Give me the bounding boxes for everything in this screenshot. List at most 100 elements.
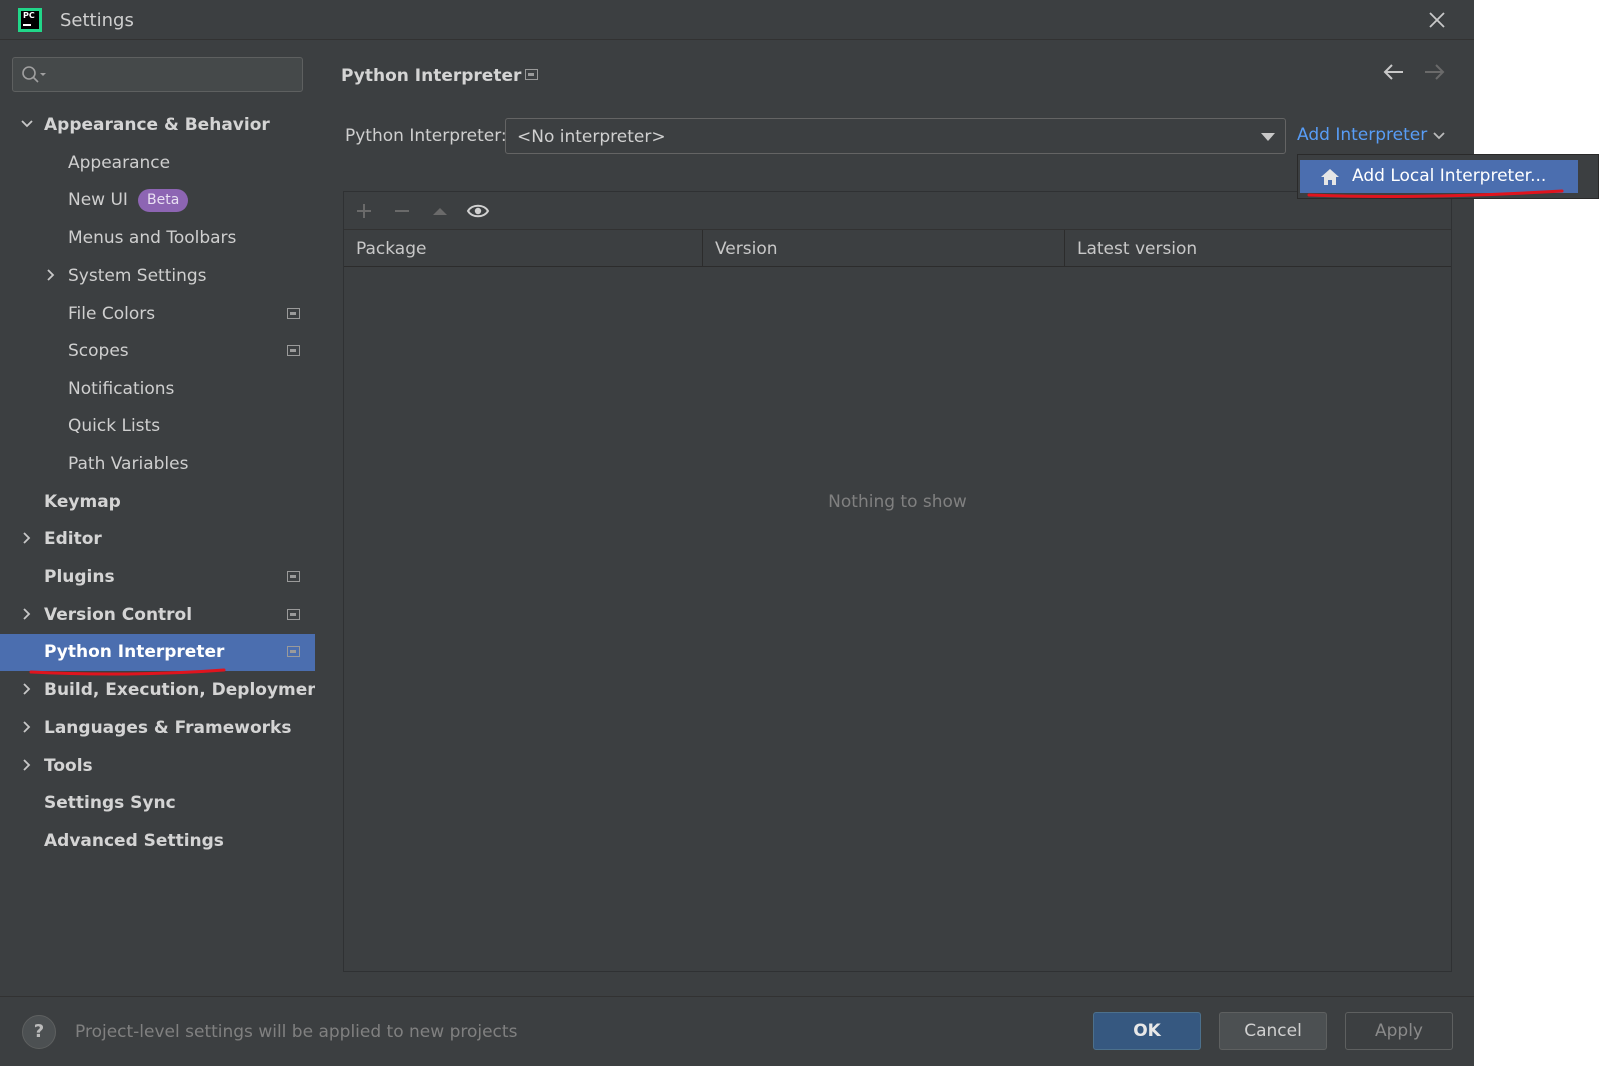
add-interpreter-link[interactable]: Add Interpreter [1297,125,1427,145]
apply-button[interactable]: Apply [1345,1012,1453,1050]
show-early-releases-button[interactable] [466,199,490,223]
packages-table-body: Nothing to show [344,267,1451,971]
sidebar-item-label: Menus and Toolbars [68,228,237,248]
search-icon [22,66,46,83]
sidebar-item-label: File Colors [68,304,156,324]
arrow-right-icon [1425,64,1445,80]
sidebar-item-python-interpreter[interactable]: Python Interpreter [0,634,315,671]
column-package[interactable]: Package [344,230,703,267]
sidebar-item-label: Notifications [68,379,175,399]
dropdown-arrow-icon [1261,133,1275,141]
sidebar-item-build-execution-deployment[interactable]: Build, Execution, Deployment [0,672,328,709]
sidebar-item-label: Advanced Settings [44,831,224,851]
chevron-right-icon[interactable] [44,268,58,282]
column-package-label: Package [356,239,427,259]
settings-sidebar: Appearance & Behavior Appearance New UI Bet… [0,40,328,996]
sidebar-item-scopes[interactable]: Scopes [0,333,315,370]
logo-text: PC [23,11,35,20]
pycharm-logo-icon: PC [18,8,42,32]
sidebar-item-new-ui[interactable]: New UI Beta [0,182,315,219]
interpreter-dropdown[interactable]: <No interpreter> [505,118,1286,154]
sidebar-item-label: Scopes [68,341,129,361]
footer-note: Project-level settings will be applied t… [75,1022,518,1042]
sidebar-item-label: Plugins [44,567,115,587]
add-interpreter-chevron-icon[interactable] [1432,127,1446,146]
column-version-label: Version [715,239,778,259]
sidebar-item-path-variables[interactable]: Path Variables [0,446,315,483]
chevron-right-icon[interactable] [20,682,34,696]
sidebar-item-version-control[interactable]: Version Control [0,597,315,634]
page-title: Python Interpreter [341,66,522,86]
packages-panel: Package Version Latest version Nothing t… [343,191,1452,972]
sidebar-item-menus-and-toolbars[interactable]: Menus and Toolbars [0,220,315,257]
search-field[interactable] [12,57,303,92]
sidebar-item-label: Path Variables [68,454,189,474]
chevron-right-icon[interactable] [20,720,34,734]
eye-icon [466,204,490,218]
chevron-right-icon[interactable] [20,531,34,545]
project-settings-icon [287,308,300,319]
sidebar-item-label: Quick Lists [68,416,161,436]
forward-button[interactable] [1422,62,1446,86]
empty-table-text: Nothing to show [828,492,967,512]
cancel-button[interactable]: Cancel [1219,1012,1327,1050]
sidebar-item-label: Editor [44,529,102,549]
minus-icon [395,210,409,212]
column-version[interactable]: Version [703,230,1065,267]
interpreter-label: Python Interpreter: [345,126,507,146]
sidebar-item-label: Tools [44,756,93,776]
settings-window: PC Settings Appearance & Behavior Appeara… [0,0,1474,1066]
project-settings-icon [525,69,538,80]
beta-badge: Beta [138,189,189,212]
sidebar-item-system-settings[interactable]: System Settings [0,258,315,295]
dialog-footer: ? Project-level settings will be applied… [0,996,1474,1066]
sidebar-item-label: Build, Execution, Deployment [44,680,328,700]
close-icon [1429,12,1445,28]
sidebar-item-languages-and-frameworks[interactable]: Languages & Frameworks [0,710,315,747]
arrow-left-icon [1383,64,1403,80]
home-icon [1321,169,1339,185]
help-button[interactable]: ? [22,1015,56,1049]
sidebar-item-label: Python Interpreter [44,642,225,662]
add-local-interpreter-item[interactable]: Add Local Interpreter... [1300,160,1578,193]
project-settings-icon [287,571,300,582]
chevron-right-icon[interactable] [20,607,34,621]
sidebar-item-plugins[interactable]: Plugins [0,559,315,596]
column-latest-version-label: Latest version [1077,239,1198,259]
upgrade-package-button[interactable] [428,199,452,223]
sidebar-item-keymap[interactable]: Keymap [0,484,315,521]
project-settings-icon [287,609,300,620]
column-latest-version[interactable]: Latest version [1065,230,1451,267]
sidebar-item-settings-sync[interactable]: Settings Sync [0,785,315,822]
sidebar-item-notifications[interactable]: Notifications [0,371,315,408]
sidebar-item-advanced-settings[interactable]: Advanced Settings [0,823,315,860]
ok-button[interactable]: OK [1093,1012,1201,1050]
remove-package-button[interactable] [390,199,414,223]
sidebar-item-tools[interactable]: Tools [0,748,315,785]
project-settings-icon [287,345,300,356]
window-title: Settings [60,10,134,31]
chevron-down-icon[interactable] [20,117,34,131]
sidebar-item-label: System Settings [68,266,207,286]
add-package-button[interactable] [352,199,376,223]
sidebar-item-quick-lists[interactable]: Quick Lists [0,408,315,445]
close-button[interactable] [1423,6,1451,34]
sidebar-item-appearance[interactable]: Appearance [0,145,315,182]
add-local-interpreter-label: Add Local Interpreter... [1352,166,1547,186]
plus-icon [357,204,371,218]
sidebar-item-label: Languages & Frameworks [44,718,292,738]
sidebar-item-label: Keymap [44,492,121,512]
search-input[interactable] [53,62,293,87]
title-bar: PC Settings [0,0,1474,40]
sidebar-item-file-colors[interactable]: File Colors [0,296,315,333]
packages-toolbar [344,192,1451,230]
project-settings-icon [287,646,300,657]
triangle-up-icon [433,208,447,215]
chevron-right-icon[interactable] [20,758,34,772]
sidebar-item-label: Version Control [44,605,193,625]
sidebar-item-appearance-and-behavior[interactable]: Appearance & Behavior [0,107,315,144]
sidebar-item-editor[interactable]: Editor [0,521,315,558]
back-button[interactable] [1382,62,1406,86]
add-interpreter-popup: Add Local Interpreter... [1297,154,1599,199]
sidebar-item-label: Appearance & Behavior [44,115,270,135]
